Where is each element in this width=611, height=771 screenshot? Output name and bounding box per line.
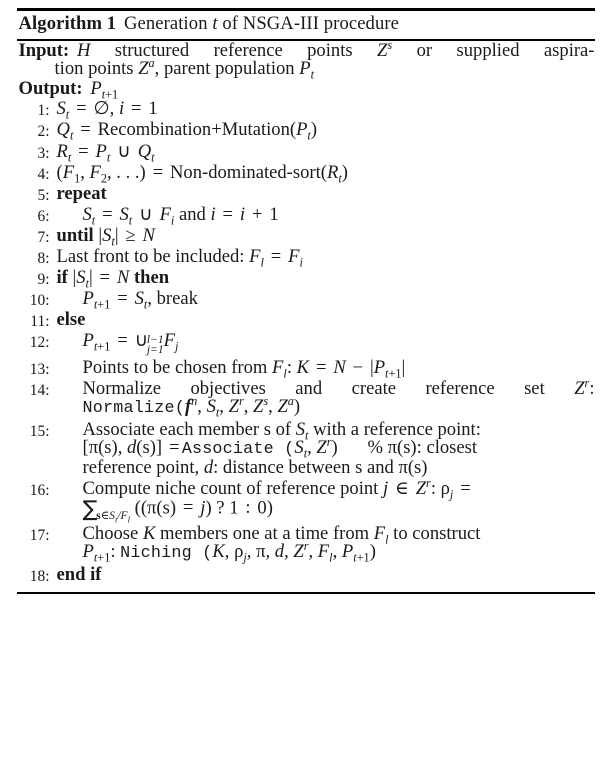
line-content: St = ∅, i = 1	[56, 98, 158, 123]
line-16-part-1: Compute niche count of reference point j…	[82, 475, 471, 502]
algorithm-line-3: 3: Rt = Pt ∪ Qt	[17, 140, 595, 165]
output-label: Output:	[18, 77, 83, 99]
line-number: 14:	[29, 381, 50, 399]
line-14-part-2: Normalize(fn, St, Zr, Zs, Za)	[82, 394, 301, 421]
algorithm-line-15: 15: Associate each member s of St with a…	[17, 420, 595, 480]
line-16-part-2: ∑s∈St/Fl ((π(s) = j) ? 1 : 0)	[82, 496, 273, 525]
algorithm-line-7: 7: until |St| ≥ N	[17, 224, 595, 249]
algorithm-line-13: 13: Points to be chosen from Fl: K = N −…	[17, 356, 595, 381]
line-number: 7:	[37, 228, 50, 246]
keyword-end-if: end if	[56, 563, 102, 585]
keyword-then: then	[133, 267, 170, 289]
line-number: 18:	[29, 567, 50, 585]
keyword-repeat: repeat	[56, 182, 107, 204]
line-content: else	[57, 311, 595, 330]
line-14-part-1: Normalize objectives and create referenc…	[82, 375, 595, 399]
algorithm-line-9: 9: if |St| = N then	[17, 267, 595, 291]
algorithm-line-17: 17: Choose K members one at a time from …	[17, 524, 595, 566]
algorithm-title-label: Algorithm 1	[18, 13, 117, 34]
line-number: 13:	[29, 360, 50, 378]
line-content: Pt+1 = St, break	[82, 288, 198, 312]
keyword-until: until	[56, 224, 94, 246]
algorithm-line-14: 14: Normalize objectives and create refe…	[17, 375, 595, 421]
algorithm-line-16: 16: Compute niche count of reference poi…	[17, 475, 595, 525]
line-number: 8:	[37, 250, 50, 268]
algorithm-line-8: 8: Last front to be included: Fl = Fi	[17, 246, 595, 270]
algorithm-line-18: 18: end if	[17, 563, 595, 587]
io-block: Input: H structured reference points Zs o…	[17, 38, 595, 102]
line-number: 16:	[29, 482, 50, 500]
line-content: Associate each member s of St with a ref…	[57, 420, 595, 479]
algorithm-line-2: 2: Qt = Recombination+Mutation(Pt)	[17, 119, 595, 144]
keyword-else: else	[56, 309, 86, 331]
algorithm-line-11: 11: else	[17, 311, 595, 332]
line-content: Qt = Recombination+Mutation(Pt)	[56, 119, 318, 144]
line-content: Rt = Pt ∪ Qt	[56, 140, 155, 165]
line-content: (F1, F2, . . .) = Non-dominated-sort(Rt)	[56, 161, 348, 186]
algorithm-title: Algorithm 1 Generation t of NSGA-III proc…	[17, 11, 595, 39]
line-content: Last front to be included: Fl = Fi	[56, 246, 303, 270]
line-17-part-2: Pt+1: Niching (K, ρj, π, d, Zr, Fl, Pt+1…	[82, 539, 376, 566]
line-number: 1:	[37, 102, 50, 120]
line-content: repeat	[56, 182, 595, 204]
line-number: 2:	[37, 123, 50, 141]
line-15-part-3: reference point, d: distance between s a…	[82, 457, 428, 479]
algorithm-line-1: 1: St = ∅, i = 1	[17, 98, 595, 123]
line-content: Normalize objectives and create referenc…	[57, 375, 595, 421]
line-number: 10:	[29, 292, 50, 310]
line-content: St = St ∪ Fi and i = i + 1	[82, 203, 279, 228]
keyword-if: if	[56, 267, 68, 289]
line-number: 15:	[29, 422, 50, 440]
line-number: 17:	[29, 526, 50, 544]
line-number: 4:	[37, 165, 50, 183]
line-number: 11:	[30, 313, 50, 331]
algorithm-block: Algorithm 1 Generation t of NSGA-III proc…	[16, 0, 595, 594]
line-number: 9:	[37, 271, 50, 289]
algorithm-title-caption: Generation t of NSGA-III procedure	[123, 13, 399, 34]
line-content: until |St| ≥ N	[56, 224, 155, 249]
algorithm-line-12: 12: Pt+1 = ∪ l−1 j=1 Fj	[17, 332, 595, 358]
line-number: 5:	[37, 186, 50, 204]
line-number: 3:	[37, 144, 50, 162]
output-row: Output: Pt+1	[18, 77, 595, 102]
line-number: 12:	[29, 334, 50, 352]
input-line-2: tion points Za, parent population Pt	[54, 56, 315, 82]
algorithm-steps: 1: St = ∅, i = 1 2: Qt = Recombination+M…	[17, 99, 595, 586]
line-content: Choose K members one at a time from Fl t…	[57, 524, 595, 566]
line-content: Pt+1 = ∪ l−1 j=1 Fj	[82, 330, 179, 356]
algorithm-line-6: 6: St = St ∪ Fi and i = i + 1	[17, 203, 595, 228]
line-content: if |St| = N then	[56, 267, 170, 291]
line-number: 6:	[37, 207, 50, 225]
algorithm-line-4: 4: (F1, F2, . . .) = Non-dominated-sort(…	[17, 161, 595, 186]
output-value: Pt+1	[90, 77, 119, 102]
line-content: Compute niche count of reference point j…	[57, 475, 595, 525]
input-row: Input: H structured reference points Zs o…	[19, 38, 595, 82]
line-content: end if	[56, 563, 595, 585]
rule-bottom	[16, 591, 595, 594]
algorithm-line-10: 10: Pt+1 = St, break	[17, 288, 595, 312]
algorithm-line-5: 5: repeat	[17, 182, 595, 206]
line-content: Points to be chosen from Fl: K = N − |Pt…	[82, 356, 406, 381]
